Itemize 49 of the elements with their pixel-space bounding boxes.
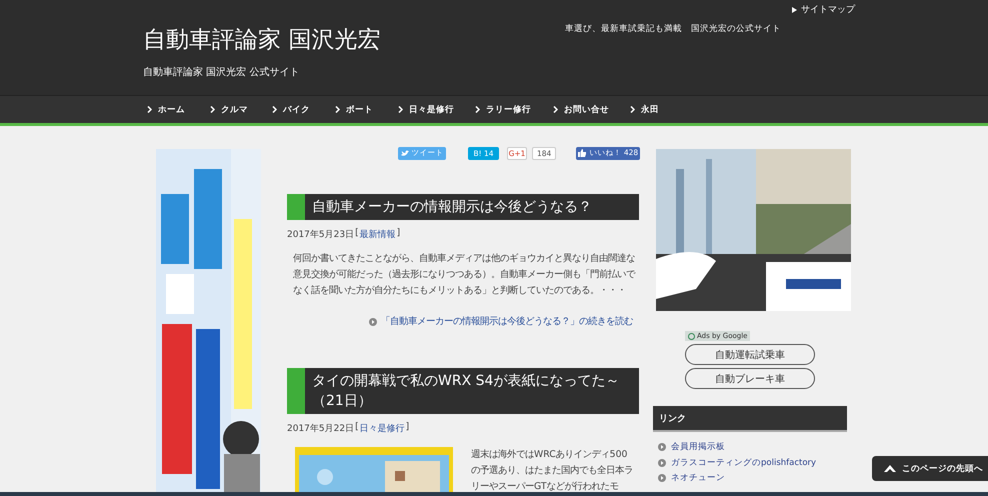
bracket: [ (355, 228, 359, 240)
bracket: ] (406, 422, 410, 434)
bullet-icon (369, 318, 377, 326)
chevron-icon (475, 106, 480, 113)
nav-link[interactable]: バイク (272, 104, 335, 116)
bracket: ] (396, 228, 400, 240)
ad-link-button[interactable]: 自動ブレーキ車 (685, 368, 815, 389)
site-tagline: 車選び、最新車試乗記も満載 国沢光宏の公式サイト (565, 22, 781, 36)
nav-link[interactable]: お問い合せ (553, 104, 630, 116)
chevron-icon (335, 106, 340, 113)
nav-link[interactable]: 永田 (630, 104, 670, 116)
post-title[interactable]: タイの開幕戦で私のWRX S4が表紙になってた～（21日） (287, 368, 639, 414)
caret-up-icon (884, 465, 896, 472)
chevron-icon (272, 106, 277, 113)
nav-link[interactable]: クルマ (210, 104, 272, 116)
post-excerpt: 何回か書いてきたことながら、自動車メディアは他のギョウカイと異なり自由闊達な意見交換が可能だった（過去形になりつつある）。自動車メーカー側も「門前払いでなく話を聞いた方が自分たちにもメリットある」と判断していたのである。・・・ (293, 252, 635, 298)
thumbs-up-icon (578, 149, 586, 157)
sidebar-link[interactable]: ガラスコーティングのpolishfactory (658, 456, 851, 469)
nav-link[interactable]: ホーム (147, 104, 210, 116)
category-link[interactable]: 最新情報 (360, 228, 396, 241)
post-excerpt: 週末は海外ではWRCありインディ500の予選あり、はたまた国内でも全日本ラリーやスーパーGTなどが行われたモ (471, 448, 633, 494)
site-title[interactable]: 自動車評論家 国沢光宏 (143, 25, 565, 55)
category-link[interactable]: 日々是修行 (360, 422, 405, 435)
read-more-link[interactable]: 「自動車メーカーの情報開示は今後どうなる？」の続きを読む (369, 315, 633, 328)
post-title[interactable]: 自動車メーカーの情報開示は今後どうなる？ (287, 194, 639, 220)
sidebar-link[interactable]: ネオチューン (658, 472, 851, 484)
post-date: 2017年5月23日 (287, 228, 354, 241)
info-icon (688, 332, 695, 340)
nav-link[interactable]: 日々是修行 (398, 104, 475, 116)
triangle-icon (792, 6, 797, 12)
sidebar-link[interactable]: 会員用掲示板 (658, 441, 851, 454)
links-heading: リンク (653, 406, 847, 432)
bracket: [ (355, 422, 359, 434)
bullet-icon (658, 474, 666, 482)
ad-link-button[interactable]: 自動運転試乗車 (685, 344, 815, 365)
bullet-icon (658, 458, 666, 467)
chevron-icon (210, 106, 215, 113)
chevron-icon (553, 106, 558, 113)
sitemap-link[interactable]: サイトマップ (792, 3, 855, 16)
bird-icon (400, 150, 408, 156)
chevron-icon (147, 106, 152, 113)
bullet-icon (658, 443, 666, 452)
back-to-top-button[interactable]: このページの先頭へ (872, 456, 988, 481)
post-date: 2017年5月22日 (287, 422, 354, 435)
nav-link[interactable]: ラリー修行 (475, 104, 553, 116)
nav-link[interactable]: ボート (335, 104, 398, 116)
chevron-icon (398, 106, 403, 113)
site-subtitle: 自動車評論家 国沢光宏 公式サイト (143, 66, 300, 79)
chevron-icon (630, 106, 635, 113)
